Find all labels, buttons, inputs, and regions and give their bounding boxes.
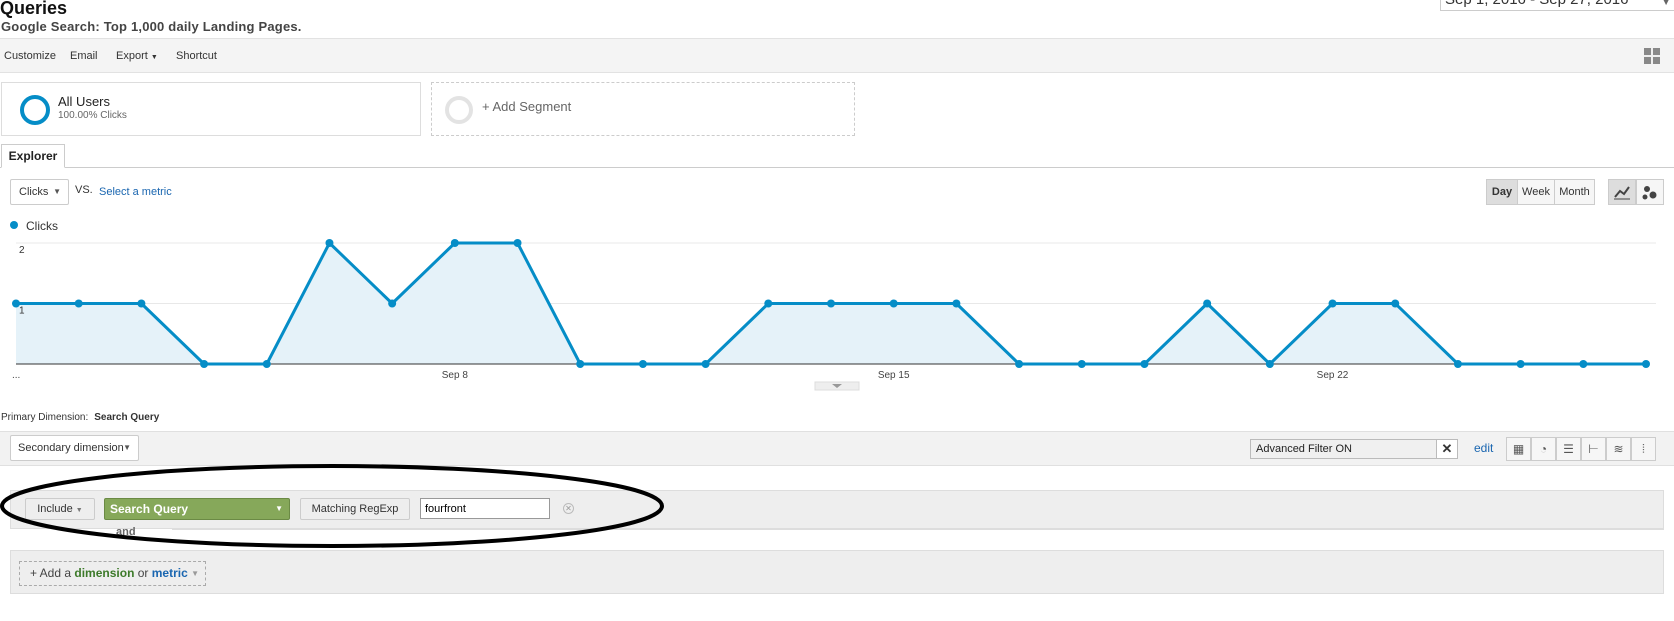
table-view-icon[interactable]: ▦ [1506,437,1531,461]
clicks-data-point [450,239,459,247]
clicks-data-point [701,360,710,368]
clear-filter-icon[interactable]: ✕ [1436,439,1458,459]
tab-divider [0,167,1674,168]
pivot-view-icon[interactable]: ⦙ [1631,437,1656,461]
bar-view-icon[interactable]: ☰ [1556,437,1581,461]
tab-explorer[interactable]: Explorer [1,144,65,168]
clicks-data-point [952,299,961,308]
primary-dimension-value[interactable]: Search Query [94,412,159,423]
clicks-data-point [200,360,209,368]
chevron-down-icon: ▼ [191,569,199,578]
select-metric-link[interactable]: Select a metric [99,186,172,198]
motion-chart-button[interactable] [1636,179,1664,205]
chevron-down-icon: ▼ [123,443,131,452]
x-tick-label: Sep 22 [1317,370,1349,381]
edit-filter-link[interactable]: edit [1474,441,1493,455]
period-week-button[interactable]: Week [1517,179,1555,205]
pie-view-icon[interactable]: ◔ [1531,437,1556,461]
clicks-data-point [388,299,397,308]
period-month-button[interactable]: Month [1554,179,1595,205]
shortcut-button[interactable]: Shortcut [176,50,217,62]
clicks-data-point [1140,360,1149,368]
clicks-data-point [1516,360,1525,368]
chevron-down-icon: ▼ [1661,0,1671,8]
clicks-data-point [1453,360,1462,368]
x-tick-label: Sep 8 [442,370,469,381]
grid-icon[interactable] [1644,48,1660,64]
add-or: or [137,566,149,580]
clicks-data-point [1642,360,1650,368]
x-tick-label: ... [12,370,20,381]
clicks-data-point [764,299,773,308]
clicks-data-point [827,299,835,308]
page-title: Queries [0,0,68,18]
customize-button[interactable]: Customize [4,50,56,62]
y-tick-label: 2 [19,245,25,256]
bubble-chart-icon [1642,186,1657,200]
clicks-data-point [1077,360,1086,368]
date-range-label: Sep 1, 2016 - Sep 27, 2016 [1445,0,1628,8]
period-day-button[interactable]: Day [1486,179,1518,205]
clicks-data-point [325,239,334,247]
clicks-data-point [576,360,585,368]
clicks-data-point [638,360,647,368]
export-label: Export [116,50,148,62]
line-chart-button[interactable] [1608,179,1636,205]
export-button[interactable]: Export ▼ [116,50,158,62]
clicks-data-point [262,360,271,368]
empty-ring-icon [445,96,473,124]
secondary-dimension-label: Secondary dimension [18,442,124,454]
segment-share: 100.00% Clicks [58,110,127,121]
add-dimension-or-metric-button[interactable]: + Add a dimension or metric ▼ [19,561,206,586]
segment-ring-icon [20,95,50,125]
add-prefix: + Add a [30,566,72,580]
x-tick-label: Sep 15 [878,370,910,381]
clicks-data-point [137,299,146,308]
email-button[interactable]: Email [70,50,98,62]
clicks-line-chart: 1 2... Sep 8 Sep 15 Sep 22 [12,239,1656,391]
clicks-data-point [889,299,898,308]
add-segment-label: + Add Segment [482,99,572,114]
advanced-filter-status[interactable]: Advanced Filter ON [1250,439,1442,459]
legend-swatch [10,221,18,229]
y-tick-label: 1 [19,306,25,317]
metric-selector-label: Clicks [19,186,49,198]
line-chart-icon [1614,186,1630,200]
vs-label: VS. [75,184,93,196]
clicks-data-point [1579,360,1588,368]
comparison-view-icon[interactable]: ⊢ [1581,437,1606,461]
chevron-down-icon: ▼ [53,187,61,196]
clicks-data-point [1328,299,1337,308]
clicks-data-point [74,299,83,308]
add-metric-link[interactable]: metric [152,566,188,580]
chevron-down-icon: ▼ [150,54,158,61]
clicks-data-point [1391,299,1400,308]
segment-name: All Users [58,94,111,109]
add-segment-button[interactable]: + Add Segment [431,82,855,136]
report-toolbar: Customize Email Export ▼ Shortcut [0,38,1674,73]
metric-selector[interactable]: Clicks ▼ [10,179,69,205]
date-range-picker[interactable]: Sep 1, 2016 - Sep 27, 2016 ▼ [1440,0,1674,11]
primary-dimension: Primary Dimension: Search Query [1,412,159,423]
clicks-data-point [1015,360,1024,368]
primary-dimension-label: Primary Dimension: [1,412,89,423]
clicks-data-point [1203,299,1212,308]
clicks-data-point [1265,360,1274,368]
add-dimension-link[interactable]: dimension [74,566,134,580]
page-subtitle: Google Search: Top 1,000 daily Landing P… [1,19,302,34]
term-cloud-view-icon[interactable]: ≋ [1606,437,1631,461]
segment-all-users[interactable]: All Users 100.00% Clicks [1,82,421,136]
annotation-ellipse [0,464,664,548]
clicks-data-point [513,239,522,247]
